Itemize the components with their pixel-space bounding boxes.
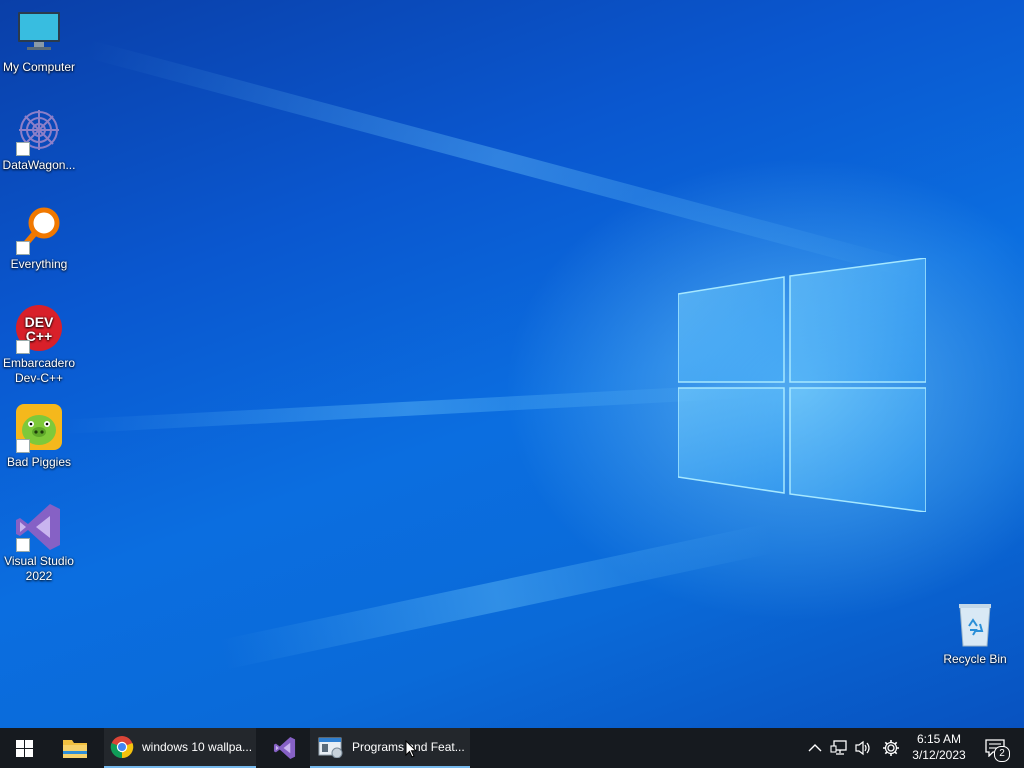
folder-icon <box>63 740 87 758</box>
taskbar-file-explorer[interactable] <box>52 728 98 768</box>
taskbar-chrome[interactable]: windows 10 wallpa... <box>104 728 256 768</box>
desktop[interactable]: My Computer DataWagon... Everything DEV … <box>0 0 1024 728</box>
windows-logo-wallpaper <box>678 258 926 512</box>
datawagon-icon <box>14 106 64 156</box>
shortcut-arrow-icon <box>16 439 30 453</box>
recycle-bin-icon <box>950 600 1000 650</box>
shortcut-arrow-icon <box>16 340 30 354</box>
chevron-up-icon[interactable] <box>805 738 825 758</box>
monitor-icon <box>14 8 64 58</box>
shortcut-arrow-icon <box>16 142 30 156</box>
desktop-icon-label: Everything <box>10 257 68 271</box>
mouse-cursor-icon <box>405 740 417 758</box>
desktop-icon-everything[interactable]: Everything <box>0 205 78 272</box>
start-button[interactable] <box>0 728 48 768</box>
desktop-icon-recycle-bin[interactable]: Recycle Bin <box>936 600 1014 667</box>
dev-cpp-icon: DEV C++ <box>14 304 64 354</box>
volume-icon[interactable] <box>853 738 873 758</box>
clock-time: 6:15 AM <box>916 732 962 746</box>
chrome-icon <box>110 736 134 759</box>
settings-icon[interactable] <box>881 738 901 758</box>
taskbar-programs-and-features[interactable]: Programs and Feat... <box>310 728 470 768</box>
light-beam <box>60 383 760 434</box>
action-center-icon[interactable]: 2 <box>982 738 1010 762</box>
programs-features-icon <box>318 737 343 758</box>
desktop-icon-label: Visual Studio 2022 <box>4 554 74 583</box>
notification-badge: 2 <box>994 746 1010 762</box>
taskbar-visual-studio[interactable] <box>262 728 308 768</box>
desktop-icon-visual-studio[interactable]: Visual Studio 2022 <box>0 502 78 584</box>
shortcut-arrow-icon <box>16 241 30 255</box>
windows-logo-icon <box>15 739 33 757</box>
taskbar-item-label: windows 10 wallpa... <box>142 740 253 754</box>
desktop-icon-label: My Computer <box>2 60 76 74</box>
desktop-icon-dev-cpp[interactable]: DEV C++ Embarcadero Dev-C++ <box>0 304 78 386</box>
magnifier-icon <box>14 205 64 255</box>
desktop-icon-label: Recycle Bin <box>943 652 1007 666</box>
desktop-icon-label: DataWagon... <box>2 158 76 172</box>
taskbar: windows 10 wallpa... Programs and Feat..… <box>0 728 1024 768</box>
desktop-icon-label: Bad Piggies <box>6 455 72 469</box>
visual-studio-icon <box>14 502 64 552</box>
clock-date: 3/12/2023 <box>912 748 966 762</box>
desktop-icon-my-computer[interactable]: My Computer <box>0 8 78 75</box>
visual-studio-icon <box>273 736 296 760</box>
light-beam <box>220 523 774 670</box>
desktop-icon-bad-piggies[interactable]: Bad Piggies <box>0 403 78 470</box>
shortcut-arrow-icon <box>16 538 30 552</box>
network-icon[interactable] <box>829 738 849 758</box>
desktop-icon-datawagon[interactable]: DataWagon... <box>0 106 78 173</box>
clock[interactable]: 6:15 AM 3/12/2023 <box>905 731 973 763</box>
bad-piggies-icon <box>14 403 64 453</box>
light-beam <box>85 40 921 280</box>
desktop-icon-label: Embarcadero Dev-C++ <box>2 356 76 385</box>
